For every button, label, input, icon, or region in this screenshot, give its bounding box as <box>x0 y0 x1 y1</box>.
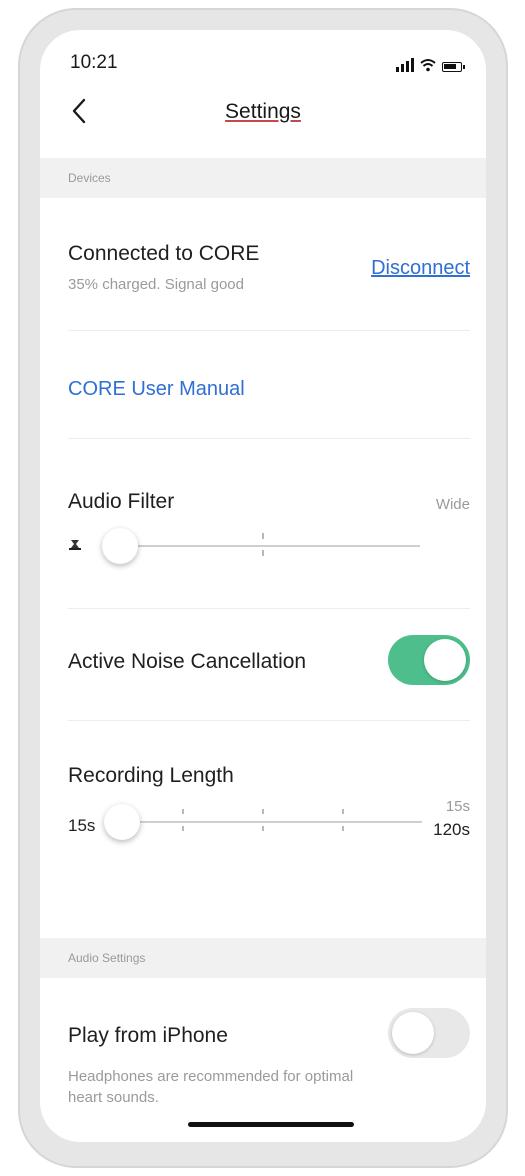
audio-filter-track <box>102 545 420 547</box>
status-icons <box>396 52 465 72</box>
play-from-iphone-description: Headphones are recommended for optimal h… <box>68 1068 354 1106</box>
recording-length-tick <box>262 809 264 814</box>
battery-icon <box>442 62 465 72</box>
recording-length-tick <box>342 809 344 814</box>
anc-toggle[interactable] <box>388 635 470 685</box>
wifi-icon <box>420 59 436 72</box>
divider <box>68 438 470 439</box>
anc-label: Active Noise Cancellation <box>68 650 307 673</box>
section-header-devices: Devices <box>40 158 486 198</box>
divider <box>68 330 470 331</box>
disconnect-link[interactable]: Disconnect <box>371 257 470 280</box>
divider <box>68 720 470 721</box>
connection-status-title: Connected to CORE <box>68 242 260 265</box>
audio-filter-tick <box>262 533 264 539</box>
recording-length-track <box>120 821 422 823</box>
recording-length-max-label: 120s <box>433 820 470 839</box>
recording-length-tick <box>342 826 344 831</box>
recording-length-tick <box>182 809 184 814</box>
connection-status-subtitle: 35% charged. Signal good <box>68 276 244 293</box>
play-from-iphone-toggle[interactable] <box>388 1008 470 1058</box>
status-time: 10:21 <box>70 52 118 73</box>
narrow-filter-icon <box>69 540 81 550</box>
recording-length-label: Recording Length <box>68 764 234 787</box>
recording-length-thumb[interactable] <box>104 804 140 840</box>
section-header-audio-settings: Audio Settings <box>40 938 486 978</box>
audio-filter-thumb[interactable] <box>102 528 138 564</box>
page-title: Settings <box>225 100 301 123</box>
play-from-iphone-label: Play from iPhone <box>68 1024 228 1047</box>
settings-screen: 10:21 Settings Devices Connected to CORE… <box>40 30 486 1142</box>
divider <box>68 608 470 609</box>
audio-filter-tick <box>262 550 264 556</box>
recording-length-min-label: 15s <box>68 816 96 835</box>
cellular-signal-icon <box>396 58 414 72</box>
audio-filter-max-label: Wide <box>435 496 470 513</box>
play-from-iphone-toggle-knob <box>392 1012 434 1054</box>
recording-length-current-value: 15s <box>445 798 470 815</box>
user-manual-link[interactable]: CORE User Manual <box>68 378 245 401</box>
audio-filter-label: Audio Filter <box>68 490 175 513</box>
home-indicator <box>188 1122 354 1127</box>
anc-toggle-knob <box>424 639 466 681</box>
recording-length-tick <box>182 826 184 831</box>
recording-length-tick <box>262 826 264 831</box>
